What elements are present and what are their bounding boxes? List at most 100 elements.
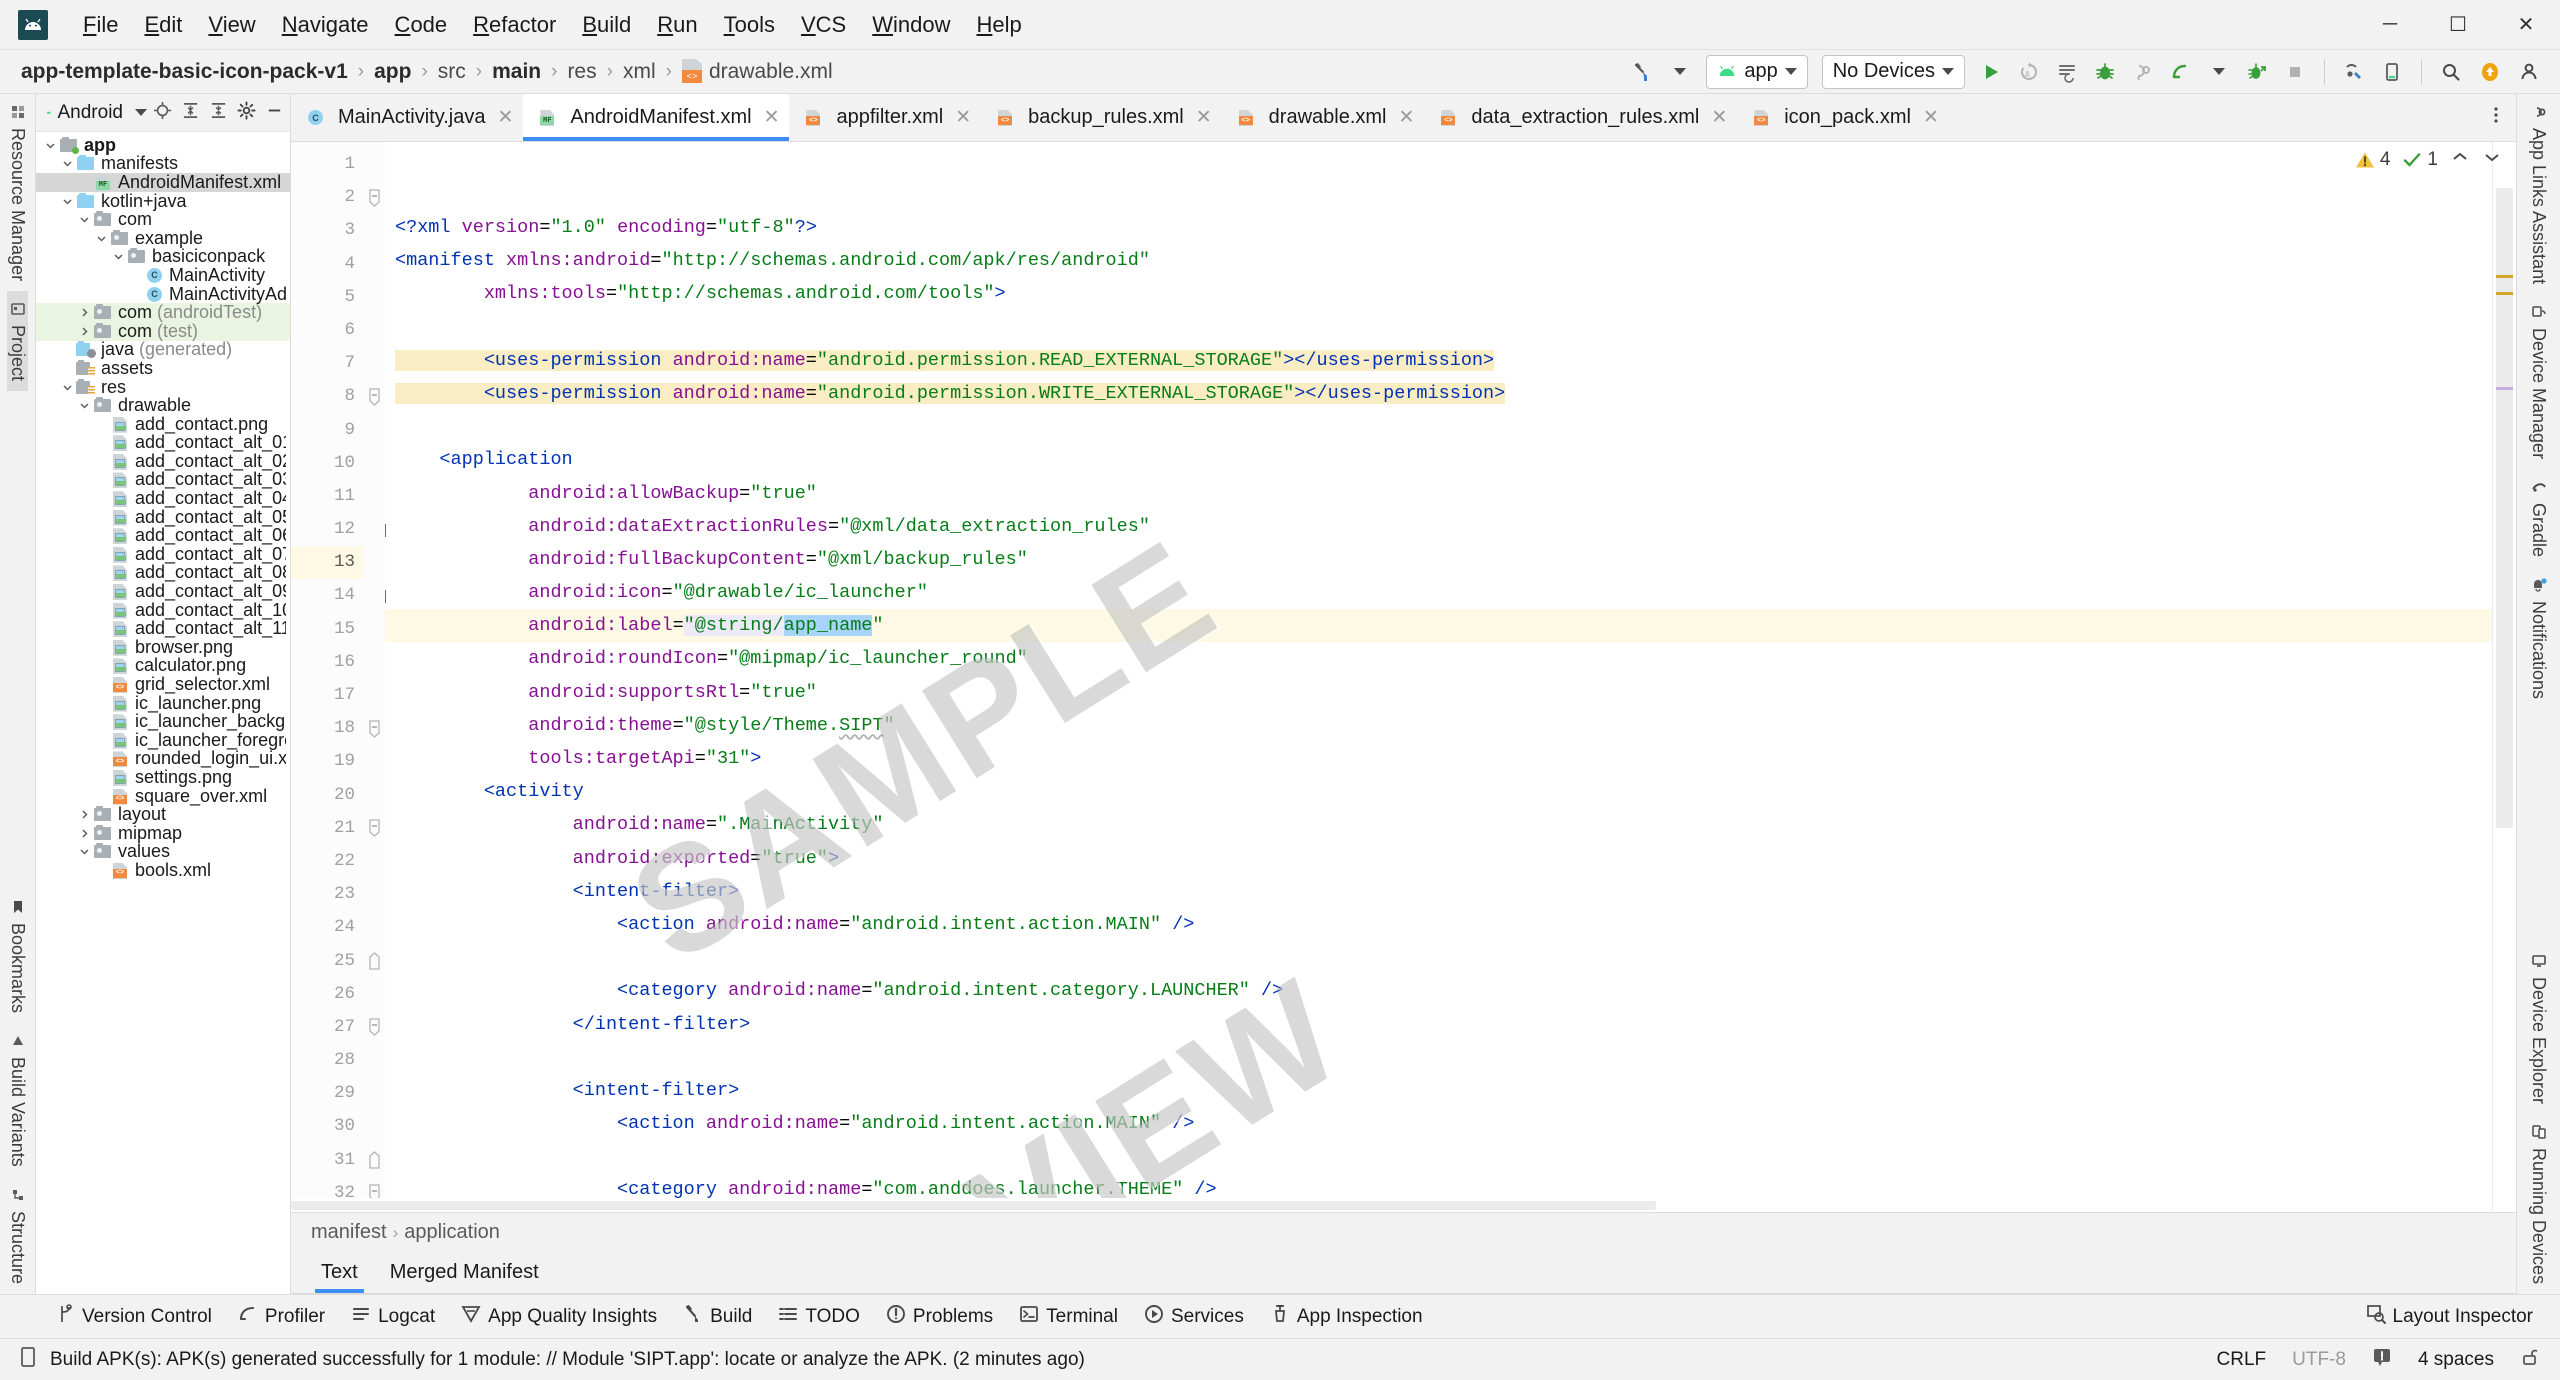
chevron-down-icon[interactable] [59, 382, 76, 393]
code-text-area[interactable]: SAMPLE VIEW <?xml version="1.0" encoding… [385, 142, 2516, 1212]
close-icon[interactable]: ✕ [1923, 106, 1939, 129]
tree-item-mainactivity[interactable]: C MainActivity [36, 265, 290, 285]
code-line-26[interactable] [385, 1041, 2516, 1074]
editor-breadcrumb[interactable]: manifest › application [291, 1212, 2516, 1252]
chevron-right-icon[interactable] [76, 828, 93, 839]
code-line-8[interactable]: <application [385, 443, 2516, 476]
tool-window-button-services[interactable]: Services [1131, 1300, 1257, 1334]
tree-item-add-contact-alt-08-png[interactable]: add_contact_alt_08.png [36, 562, 290, 582]
chevron-right-icon[interactable] [76, 326, 93, 337]
tree-item-basiciconpack[interactable]: basiciconpack [36, 246, 290, 266]
chevron-up-icon[interactable] [2450, 148, 2470, 172]
code-line-21[interactable]: <intent-filter> [385, 875, 2516, 908]
editor-marker-strip[interactable] [2492, 142, 2516, 1212]
tree-item-add-contact-alt-03-png[interactable]: add_contact_alt_03.png [36, 469, 290, 489]
tree-item-java[interactable]: java (generated) [36, 339, 290, 359]
close-icon[interactable]: ✕ [955, 106, 971, 129]
menu-item-build[interactable]: Build [569, 8, 644, 42]
breadcrumb[interactable]: app-template-basic-icon-pack-v1 › app › src ›… [18, 59, 836, 84]
tree-item-add-contact-alt-10-png[interactable]: add_contact_alt_10.png [36, 600, 290, 620]
chevron-right-icon[interactable] [76, 307, 93, 318]
chevron-down-icon[interactable] [2482, 148, 2502, 172]
tree-item-rounded-login-ui-xml[interactable]: <>rounded_login_ui.xml [36, 748, 290, 768]
mode-tab-merged-manifest[interactable]: Merged Manifest [376, 1252, 553, 1293]
tool-button-gradle[interactable]: Gradle [2528, 469, 2549, 567]
tree-item-browser-png[interactable]: browser.png [36, 637, 290, 657]
minimize-button[interactable]: ─ [2356, 0, 2424, 49]
code-line-23[interactable] [385, 941, 2516, 974]
code-line-22[interactable]: <action android:name="android.intent.act… [385, 908, 2516, 941]
device-mirroring-icon[interactable] [2337, 55, 2371, 89]
tool-button-build-variants[interactable]: Build Variants [7, 1023, 28, 1177]
locate-icon[interactable] [153, 101, 172, 125]
nav-crumb-app-template-basic-icon-pack-v1[interactable]: app-template-basic-icon-pack-v1 [18, 60, 351, 84]
menu-item-vcs[interactable]: VCS [788, 8, 859, 42]
chevron-down-icon[interactable] [59, 158, 76, 169]
close-icon[interactable]: ✕ [1196, 106, 1212, 129]
scrollbar-thumb[interactable] [2496, 188, 2513, 828]
tree-item-add-contact-alt-11-png[interactable]: add_contact_alt_11.png [36, 618, 290, 638]
apply-changes-and-restart-button[interactable]: A [2012, 55, 2046, 89]
menu-item-help[interactable]: Help [963, 8, 1034, 42]
tool-button-bookmarks[interactable]: Bookmarks [7, 889, 28, 1023]
tree-item-layout[interactable]: layout [36, 804, 290, 824]
tree-item-values[interactable]: values [36, 841, 290, 861]
editor-tab-drawable-xml[interactable]: <> drawable.xml ✕ [1222, 94, 1425, 141]
breadcrumb-item-manifest[interactable]: manifest [311, 1221, 387, 1244]
nav-crumb-src[interactable]: src [435, 60, 469, 84]
close-icon[interactable]: ✕ [1399, 106, 1415, 129]
nav-crumb-app[interactable]: app [371, 60, 414, 84]
tool-button-app-links-assistant[interactable]: App Links Assistant [2528, 94, 2549, 294]
fold-marker-31[interactable] [363, 1144, 385, 1177]
update-available-icon[interactable] [2472, 55, 2508, 89]
chevron-down-icon[interactable] [135, 109, 147, 116]
code-line-17[interactable]: tools:targetApi="31"> [385, 742, 2516, 775]
tree-item-settings-png[interactable]: settings.png [36, 767, 290, 787]
tree-item-add-contact-alt-04-png[interactable]: add_contact_alt_04.png [36, 488, 290, 508]
build-hammer-icon[interactable] [1625, 55, 1659, 89]
fold-marker-18[interactable] [363, 712, 385, 745]
account-icon[interactable] [2512, 55, 2546, 89]
tool-button-device-manager[interactable]: Device Manager [2528, 294, 2549, 469]
run-configuration-selector[interactable]: app [1706, 54, 1808, 89]
code-line-14[interactable]: android:roundIcon="@mipmap/ic_launcher_r… [385, 642, 2516, 675]
code-line-27[interactable]: <intent-filter> [385, 1074, 2516, 1107]
tree-item-com[interactable]: com (test) [36, 321, 290, 341]
chevron-down-icon[interactable] [76, 400, 93, 411]
attach-debugger-button[interactable] [2126, 55, 2160, 89]
inspection-widget[interactable]: 4 1 [2355, 148, 2502, 172]
code-line-12[interactable]: android:icon="@drawable/ic_launcher" [385, 576, 2516, 609]
code-line-20[interactable]: android:exported="true"> [385, 842, 2516, 875]
run-with-coverage-button[interactable] [2240, 55, 2274, 89]
editor-mode-tabs[interactable]: Text Merged Manifest [291, 1252, 2516, 1294]
fold-marker-8[interactable] [363, 380, 385, 413]
tool-button-structure[interactable]: Structure [7, 1177, 28, 1294]
maximize-button[interactable]: ☐ [2424, 0, 2492, 49]
stop-button[interactable] [2278, 55, 2312, 89]
close-icon[interactable]: ✕ [497, 106, 513, 129]
editor-tabs-more-icon[interactable] [2486, 105, 2506, 130]
tree-item-add-contact-alt-01-png[interactable]: add_contact_alt_01.png [36, 432, 290, 452]
tree-item-ic-launcher-png[interactable]: ic_launcher.png [36, 693, 290, 713]
tree-item-add-contact-alt-05-png[interactable]: add_contact_alt_05.png [36, 507, 290, 527]
menu-item-navigate[interactable]: Navigate [269, 8, 382, 42]
tree-item-example[interactable]: example [36, 228, 290, 248]
tool-button-running-devices[interactable]: Running Devices [2528, 1114, 2549, 1294]
tool-window-button-terminal[interactable]: Terminal [1006, 1300, 1131, 1334]
tool-button-notifications[interactable]: Notifications [2528, 567, 2549, 709]
editor-tab-appfilter-xml[interactable]: <> appfilter.xml ✕ [789, 94, 981, 141]
tool-button-resource-manager[interactable]: Resource Manager [7, 94, 28, 291]
status-message[interactable]: Build APK(s): APK(s) generated successfu… [50, 1349, 1085, 1371]
marker-usage[interactable] [2496, 387, 2513, 390]
fold-marker-21[interactable] [363, 812, 385, 845]
device-selector[interactable]: No Devices [1821, 54, 1965, 89]
menu-item-tools[interactable]: Tools [711, 8, 788, 42]
code-line-6[interactable]: <uses-permission android:name="android.p… [385, 377, 2516, 410]
code-line-13[interactable]: android:label="@string/app_name" [385, 609, 2516, 643]
tool-window-button-problems[interactable]: Problems [873, 1300, 1006, 1334]
code-line-29[interactable] [385, 1140, 2516, 1173]
editor-tab-androidmanifest-xml[interactable]: MF AndroidManifest.xml ✕ [523, 94, 790, 141]
menu-item-refactor[interactable]: Refactor [460, 8, 569, 42]
nav-crumb-main[interactable]: main [489, 60, 544, 84]
editor-tab-data-extraction-rules-xml[interactable]: <> data_extraction_rules.xml ✕ [1424, 94, 1737, 141]
